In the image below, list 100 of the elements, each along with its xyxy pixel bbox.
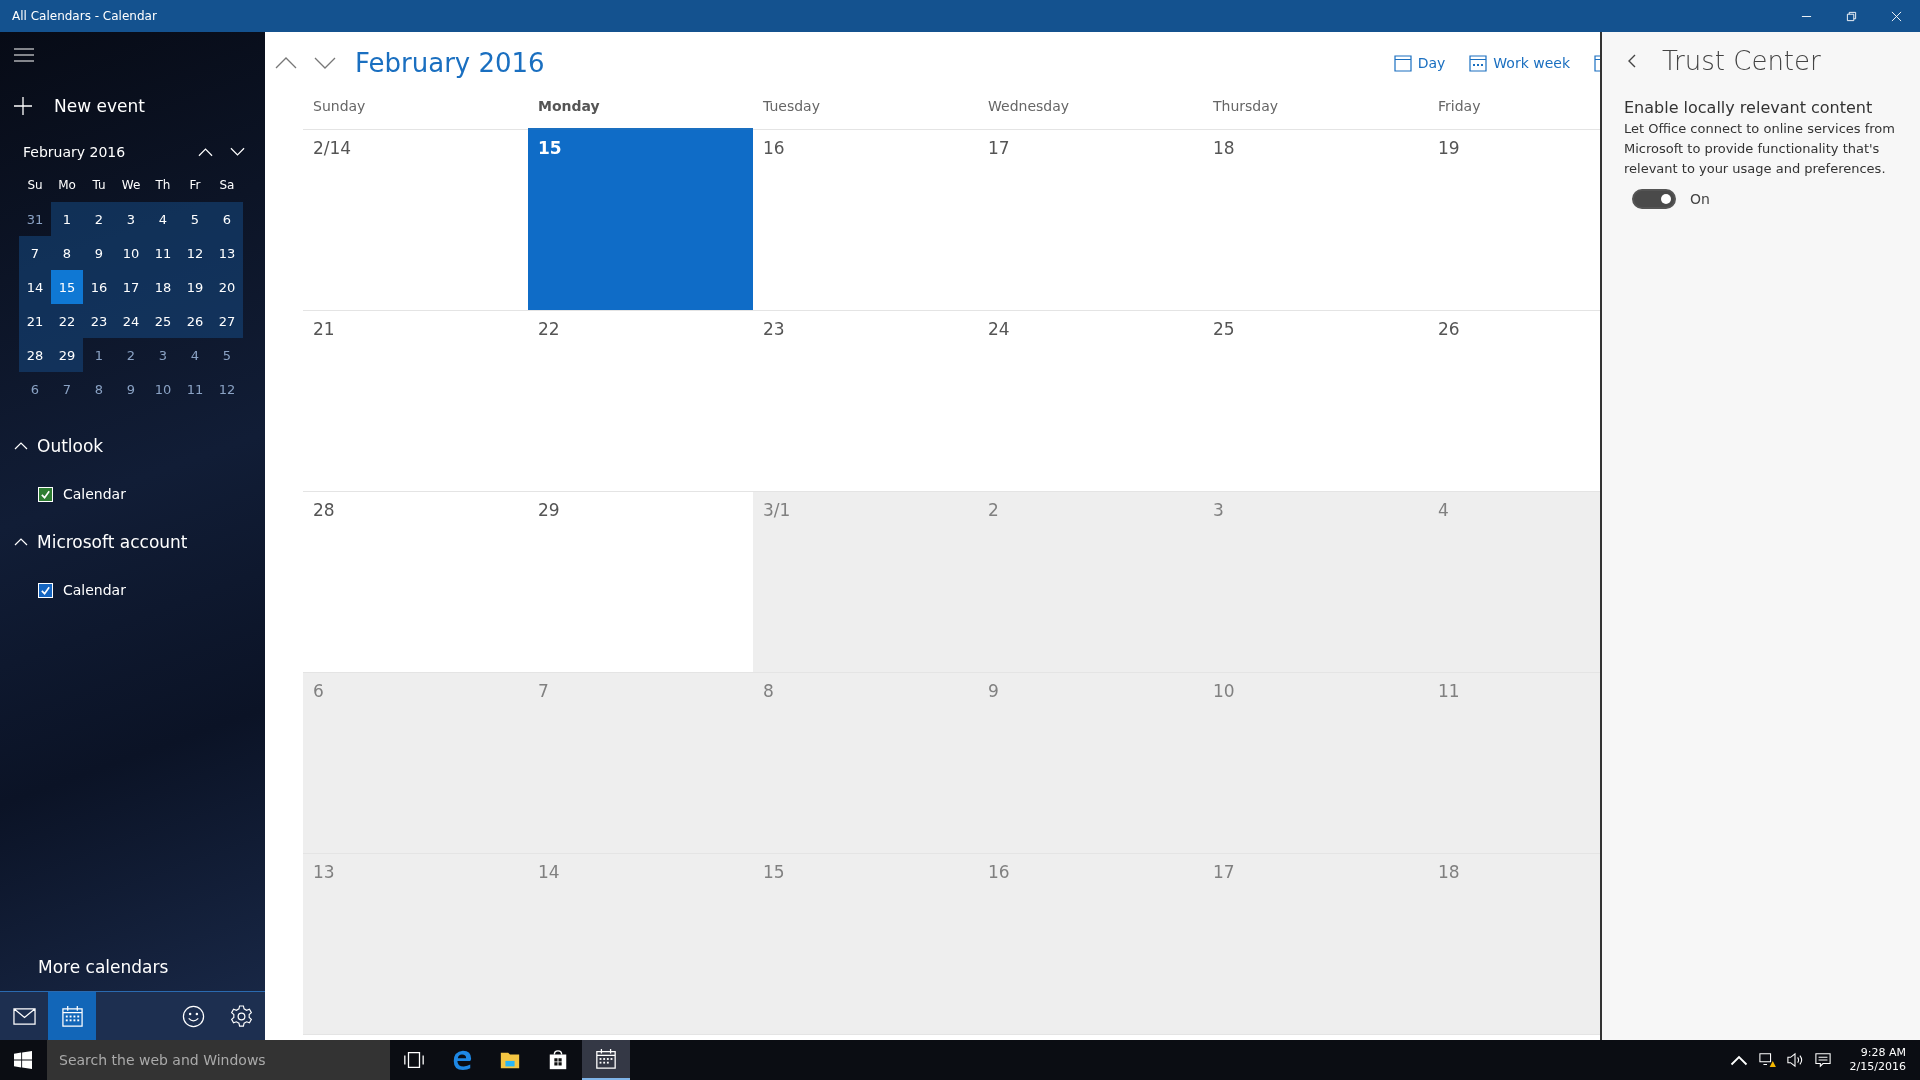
day-number: 9	[988, 681, 999, 701]
day-number: 19	[1438, 138, 1460, 158]
mini-calendar-day[interactable]: 20	[211, 270, 243, 304]
mini-calendar-day[interactable]: 11	[179, 372, 211, 406]
day-number: 4	[1438, 500, 1449, 520]
month-title[interactable]: February 2016	[355, 48, 545, 78]
mini-calendar-day[interactable]: 10	[115, 236, 147, 270]
mini-calendar-day[interactable]: 21	[19, 304, 51, 338]
mini-calendar-day[interactable]: 28	[19, 338, 51, 372]
calendar-icon	[1469, 54, 1488, 72]
calendar-taskbar-button[interactable]	[582, 1040, 630, 1080]
mini-calendar-month[interactable]: February 2016	[23, 144, 181, 160]
calendar-checkbox[interactable]	[38, 582, 53, 598]
mini-calendar-day[interactable]: 31	[19, 202, 51, 236]
notification-icon[interactable]	[1813, 1052, 1832, 1068]
mini-calendar-day[interactable]: 24	[115, 304, 147, 338]
mini-calendar-day[interactable]: 12	[179, 236, 211, 270]
mini-calendar-day[interactable]: 5	[179, 202, 211, 236]
mini-calendar-day[interactable]: 1	[51, 202, 83, 236]
day-number: 16	[988, 862, 1010, 882]
mini-calendar-day[interactable]: 3	[115, 202, 147, 236]
mini-calendar-day[interactable]: 10	[147, 372, 179, 406]
previous-month-icon[interactable]	[275, 57, 297, 69]
mini-calendar-day[interactable]: 7	[19, 236, 51, 270]
calendar-name[interactable]: Calendar	[63, 582, 126, 598]
mini-calendar-day[interactable]: 9	[115, 372, 147, 406]
mini-calendar-day[interactable]: 13	[211, 236, 243, 270]
restore-icon[interactable]	[1846, 10, 1857, 22]
weekday-label: We	[120, 177, 142, 194]
mini-calendar-day[interactable]: 12	[211, 372, 243, 406]
close-icon[interactable]	[1891, 10, 1902, 22]
day-number: 17	[1213, 862, 1235, 882]
account-group-header[interactable]: Outlook	[0, 436, 104, 456]
chevron-icon	[14, 442, 28, 450]
workweek-view-button[interactable]: Work week	[1469, 54, 1570, 72]
day-cell[interactable]: 15	[528, 130, 753, 311]
chevron-down-icon[interactable]	[230, 147, 245, 157]
mini-calendar-day[interactable]: 2	[115, 338, 147, 372]
day-number: 2	[988, 500, 999, 520]
menu-icon[interactable]	[14, 48, 34, 62]
clock-date: 2/15/2016	[1849, 1060, 1906, 1074]
mini-calendar-day[interactable]: 5	[211, 338, 243, 372]
day-number: 14	[538, 862, 560, 882]
day-view-button[interactable]: Day	[1393, 54, 1446, 72]
windows-start-icon[interactable]	[14, 1051, 32, 1069]
day-number: 15	[763, 862, 785, 882]
back-icon[interactable]	[1628, 54, 1636, 68]
mini-calendar-day[interactable]: 6	[211, 202, 243, 236]
day-number: 8	[763, 681, 774, 701]
mini-calendar-day[interactable]: 4	[179, 338, 211, 372]
next-month-icon[interactable]	[314, 57, 336, 69]
mini-calendar-day[interactable]: 2	[83, 202, 115, 236]
speaker-icon[interactable]	[1785, 1052, 1804, 1068]
calendar-nav-button[interactable]	[48, 992, 96, 1040]
chevron-up-icon[interactable]	[198, 147, 213, 157]
search-field[interactable]: Search the web and Windows	[47, 1040, 390, 1080]
mini-calendar-day[interactable]: 6	[19, 372, 51, 406]
mini-calendar-day[interactable]: 26	[179, 304, 211, 338]
mini-calendar-day[interactable]: 14	[19, 270, 51, 304]
day-number: 28	[313, 500, 335, 520]
mini-calendar-day[interactable]: 17	[115, 270, 147, 304]
smiley-icon	[181, 1004, 205, 1028]
mini-calendar-day[interactable]: 3	[147, 338, 179, 372]
mini-calendar-day[interactable]: 19	[179, 270, 211, 304]
shopping-bag-icon	[547, 1049, 569, 1071]
day-number: 23	[763, 319, 785, 339]
more-calendars-link[interactable]: More calendars	[0, 957, 265, 991]
account-group-header[interactable]: Microsoft account	[0, 532, 188, 552]
new-event-button[interactable]: New event	[14, 96, 145, 116]
day-number: 18	[1213, 138, 1235, 158]
task-view-icon	[403, 1049, 425, 1071]
plus-icon	[14, 97, 32, 115]
calendar-checkbox[interactable]	[38, 486, 53, 502]
mini-calendar-day[interactable]: 11	[147, 236, 179, 270]
mini-calendar-day[interactable]: 29	[51, 338, 83, 372]
chevron-icon	[14, 538, 28, 546]
day-number: 17	[988, 138, 1010, 158]
day-number: 11	[1438, 681, 1460, 701]
mini-calendar-day[interactable]: 8	[83, 372, 115, 406]
mini-calendar-day[interactable]: 4	[147, 202, 179, 236]
mini-calendar-day[interactable]: 22	[51, 304, 83, 338]
network-warning-icon[interactable]	[1757, 1052, 1776, 1068]
mini-calendar-day[interactable]: 18	[147, 270, 179, 304]
mini-calendar-day[interactable]: 15	[51, 270, 83, 304]
toggle-switch[interactable]	[1632, 189, 1676, 209]
mini-calendar-day[interactable]: 1	[83, 338, 115, 372]
mini-calendar-day[interactable]: 27	[211, 304, 243, 338]
mini-calendar-day[interactable]: 8	[51, 236, 83, 270]
taskbar-clock[interactable]: 9:28 AM 2/15/2016	[1849, 1046, 1906, 1074]
weekday-label: Mo	[57, 177, 77, 194]
mini-calendar-day[interactable]: 7	[51, 372, 83, 406]
day-number: 24	[988, 319, 1010, 339]
mini-calendar-day[interactable]: 16	[83, 270, 115, 304]
setting-description: Let Office connect to online services from Microsoft to provide functionality that's relevant to your usage and preferences.	[1624, 120, 1896, 178]
day-number: 6	[313, 681, 324, 701]
mini-calendar-day[interactable]: 25	[147, 304, 179, 338]
mini-calendar-day[interactable]: 23	[83, 304, 115, 338]
day-number: 18	[1438, 862, 1460, 882]
mini-calendar-day[interactable]: 9	[83, 236, 115, 270]
calendar-name[interactable]: Calendar	[63, 486, 126, 502]
